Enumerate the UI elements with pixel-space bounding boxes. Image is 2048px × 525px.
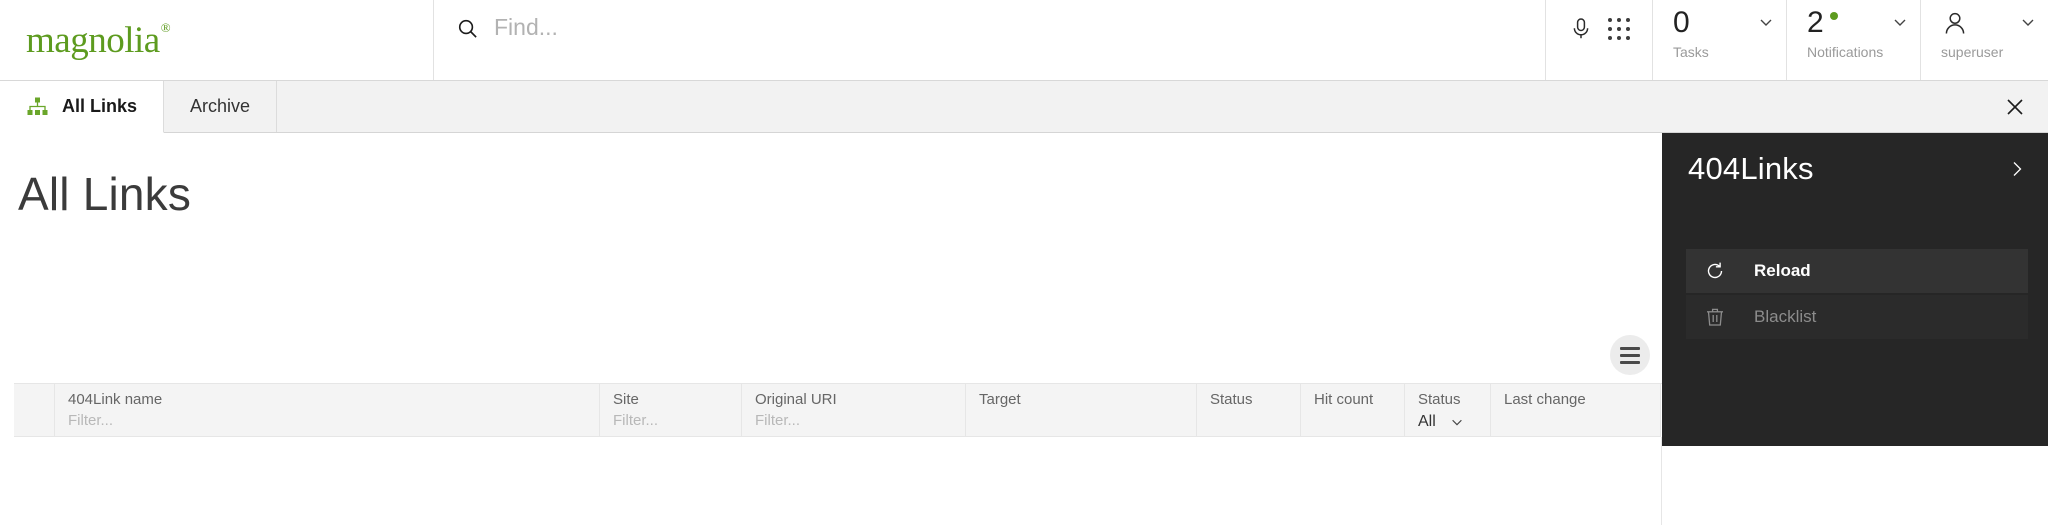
tab-label: Archive: [190, 96, 250, 117]
table-column-header[interactable]: Status All: [1405, 384, 1491, 437]
tab-all-links[interactable]: All Links: [0, 81, 164, 133]
search-icon: [452, 13, 482, 43]
action-blacklist: Blacklist: [1686, 295, 2028, 339]
table-column-filter-input[interactable]: Filter...: [68, 412, 599, 430]
user-name: superuser: [1941, 44, 2048, 60]
chevron-down-icon[interactable]: [1758, 14, 1774, 30]
action-panel-title: 404Links: [1688, 151, 1814, 187]
app-root: magnolia®: [0, 0, 2048, 525]
table-select-all-column[interactable]: [14, 384, 55, 437]
table-column-title: Site: [613, 391, 741, 409]
header-icon-group: [1546, 0, 1652, 80]
table-column-filter-input[interactable]: Filter...: [755, 412, 965, 430]
table-body-empty: [14, 437, 1662, 525]
content-panel: All Links 404Link name Filter... Site Filte…: [14, 133, 1662, 525]
table-column-header[interactable]: Hit count: [1301, 384, 1405, 437]
table-column-title: Status: [1210, 391, 1300, 409]
action-reload[interactable]: Reload: [1686, 249, 2028, 293]
table-column-header[interactable]: Site Filter...: [600, 384, 742, 437]
table-column-title: Status: [1418, 391, 1490, 409]
table-column-header[interactable]: 404Link name Filter...: [55, 384, 600, 437]
list-view-icon[interactable]: [1610, 335, 1650, 375]
reload-icon: [1702, 260, 1728, 282]
apps-grid-dots: [1608, 18, 1631, 41]
status-filter-dropdown[interactable]: All: [1418, 412, 1490, 431]
close-icon[interactable]: [1982, 81, 2048, 132]
tab-archive[interactable]: Archive: [164, 81, 277, 132]
notifications-status-dot: [1830, 12, 1838, 20]
status-filter-value: All: [1418, 412, 1436, 431]
table-column-title: 404Link name: [68, 391, 599, 409]
top-header-bar: magnolia®: [0, 0, 2048, 81]
trash-icon: [1702, 306, 1728, 328]
chevron-down-icon[interactable]: [1892, 14, 1908, 30]
table-column-header[interactable]: Status: [1197, 384, 1301, 437]
table-column-filter-input[interactable]: Filter...: [613, 412, 741, 430]
table-column-title: Last change: [1504, 391, 1660, 409]
table-column-title: Original URI: [755, 391, 965, 409]
tasks-menu[interactable]: 0 Tasks: [1652, 0, 1786, 80]
chevron-down-icon[interactable]: [2020, 14, 2036, 30]
page-title: All Links: [18, 169, 191, 219]
logo-text: magnolia®: [26, 22, 169, 59]
action-label: Reload: [1754, 261, 1811, 281]
logo-registered-mark: ®: [161, 20, 170, 35]
table-column-header[interactable]: Last change: [1491, 384, 1661, 437]
notifications-count: 2: [1807, 8, 1824, 38]
app-tab-bar: All Links Archive: [0, 81, 2048, 133]
chevron-down-icon[interactable]: [1450, 415, 1464, 429]
action-panel: 404Links Reload Blacklist: [1662, 133, 2048, 446]
action-label: Blacklist: [1754, 307, 1816, 327]
notifications-menu[interactable]: 2 Notifications: [1786, 0, 1920, 80]
user-menu[interactable]: superuser: [1920, 0, 2048, 80]
action-panel-actions: Reload Blacklist: [1662, 249, 2048, 339]
table-column-title: Hit count: [1314, 391, 1404, 409]
links-table: 404Link nameFilter...SiteFilter...Origin…: [14, 383, 1662, 525]
table-header-row: 404Link nameFilter...SiteFilter...Origin…: [14, 383, 1662, 437]
tab-label: All Links: [62, 96, 137, 117]
table-column-title: Target: [979, 391, 1196, 409]
table-column-header[interactable]: Target: [966, 384, 1197, 437]
logo-wordmark: magnolia: [26, 20, 160, 61]
apps-grid-icon[interactable]: [1600, 12, 1638, 46]
magnolia-logo[interactable]: magnolia®: [0, 0, 434, 80]
sitemap-icon: [26, 96, 48, 118]
global-search[interactable]: [434, 0, 1546, 80]
chevron-right-icon[interactable]: [2006, 158, 2028, 180]
notifications-label: Notifications: [1807, 44, 1920, 60]
tab-bar-spacer: [277, 81, 1982, 132]
search-input[interactable]: [482, 12, 1545, 42]
microphone-icon[interactable]: [1562, 12, 1600, 46]
tasks-label: Tasks: [1673, 44, 1786, 60]
hamburger-lines: [1620, 347, 1640, 364]
table-column-header[interactable]: Original URI Filter...: [742, 384, 966, 437]
action-panel-header: 404Links: [1662, 133, 2048, 205]
